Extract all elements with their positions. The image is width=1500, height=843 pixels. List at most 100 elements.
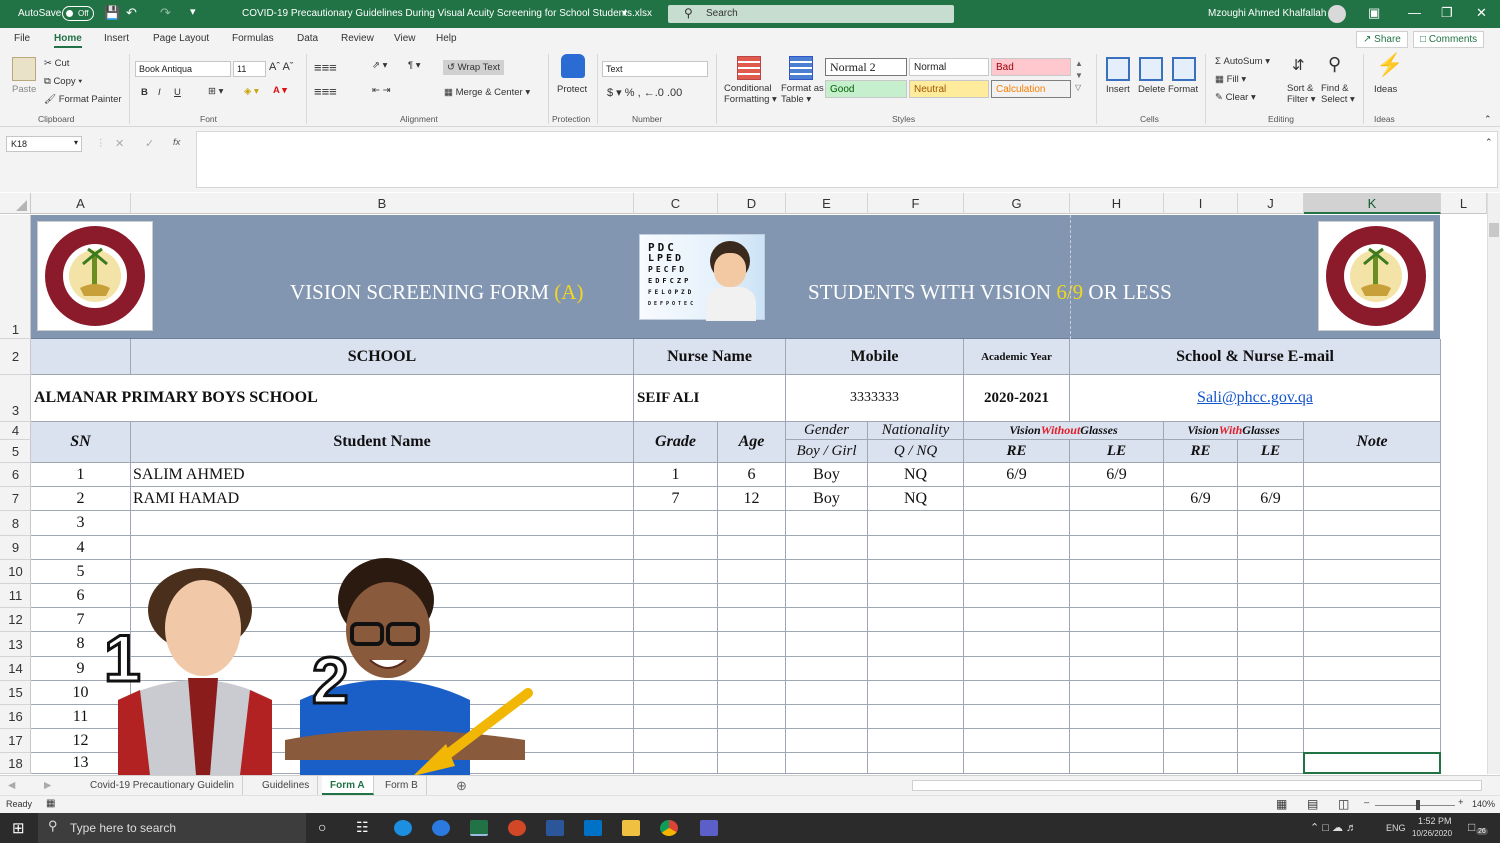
student-name-header[interactable]: Student Name xyxy=(131,422,634,463)
student-wo_re-cell[interactable] xyxy=(964,632,1070,657)
student-grade-cell[interactable] xyxy=(634,608,718,632)
student-name-cell[interactable] xyxy=(131,536,634,560)
task-view-icon[interactable]: ☷ xyxy=(356,819,369,836)
excel-icon[interactable] xyxy=(470,820,488,836)
mobile-header[interactable]: Mobile xyxy=(786,339,964,375)
email-header[interactable]: School & Nurse E-mail xyxy=(1070,339,1441,375)
student-name-cell[interactable] xyxy=(131,753,634,774)
student-note-cell[interactable] xyxy=(1304,657,1441,681)
formula-input[interactable] xyxy=(196,131,1498,188)
font-size-select[interactable]: 11 xyxy=(233,61,266,77)
student-w_le-cell[interactable] xyxy=(1238,536,1304,560)
student-wo_le-cell[interactable] xyxy=(1070,681,1164,705)
mobile-value[interactable]: 3333333 xyxy=(786,375,964,422)
number-format-select[interactable]: Text xyxy=(602,61,708,77)
student-sn-cell[interactable]: 4 xyxy=(31,536,131,560)
academic-year-header[interactable]: Academic Year xyxy=(964,339,1070,375)
column-header-k[interactable]: K xyxy=(1304,193,1441,214)
student-nat-cell[interactable] xyxy=(868,681,964,705)
student-note-cell[interactable] xyxy=(1304,560,1441,584)
student-w_re-cell[interactable] xyxy=(1164,729,1238,753)
student-grade-cell[interactable]: 7 xyxy=(634,487,718,511)
italic-button[interactable]: I xyxy=(158,87,161,98)
row-header-12[interactable]: 12 xyxy=(0,608,31,632)
style-neutral[interactable]: Neutral xyxy=(909,80,989,98)
student-w_le-cell[interactable] xyxy=(1238,608,1304,632)
zoom-out-icon[interactable]: – xyxy=(1364,797,1369,808)
cut-button[interactable]: ✂ Cut xyxy=(44,58,69,69)
column-header-j[interactable]: J xyxy=(1238,193,1304,214)
student-nat-cell[interactable] xyxy=(868,753,964,774)
clock-time[interactable]: 1:52 PM xyxy=(1418,816,1452,826)
gender-header[interactable]: Gender xyxy=(786,422,868,440)
school-header[interactable]: SCHOOL xyxy=(131,339,634,375)
student-wo_re-cell[interactable] xyxy=(964,753,1070,774)
student-wo_re-cell[interactable] xyxy=(964,608,1070,632)
student-sn-cell[interactable]: 12 xyxy=(31,729,131,753)
le-without-header[interactable]: LE xyxy=(1070,440,1164,463)
zoom-level[interactable]: 140% xyxy=(1472,799,1495,809)
student-wo_le-cell[interactable] xyxy=(1070,657,1164,681)
student-note-cell[interactable] xyxy=(1304,463,1441,487)
tab-help[interactable]: Help xyxy=(436,33,457,44)
font-name-select[interactable]: Book Antiqua xyxy=(135,61,231,77)
row-header-15[interactable]: 15 xyxy=(0,681,31,705)
format-cells-icon[interactable] xyxy=(1172,57,1196,81)
prev-sheet-icon[interactable]: ◀ xyxy=(8,780,15,791)
student-nat-cell[interactable] xyxy=(868,584,964,608)
student-wo_le-cell[interactable] xyxy=(1070,632,1164,657)
restore-icon[interactable]: ❐ xyxy=(1441,5,1453,21)
student-sn-cell[interactable]: 7 xyxy=(31,608,131,632)
student-note-cell[interactable] xyxy=(1304,632,1441,657)
text-direction-icon[interactable]: ¶ ▾ xyxy=(408,60,421,71)
tab-formulas[interactable]: Formulas xyxy=(232,33,274,44)
select-all-corner[interactable] xyxy=(0,193,31,214)
student-grade-cell[interactable]: 1 xyxy=(634,463,718,487)
student-w_le-cell[interactable] xyxy=(1238,681,1304,705)
student-wo_le-cell[interactable] xyxy=(1070,584,1164,608)
student-wo_re-cell[interactable] xyxy=(964,729,1070,753)
ie-icon[interactable] xyxy=(432,820,450,836)
macro-icon[interactable]: ▦ xyxy=(46,798,55,809)
student-note-cell[interactable] xyxy=(1304,705,1441,729)
horizontal-scrollbar[interactable] xyxy=(912,780,1482,791)
powerpoint-icon[interactable] xyxy=(508,820,526,836)
name-box[interactable]: K18 ▾ xyxy=(6,136,82,152)
student-w_le-cell[interactable] xyxy=(1238,511,1304,536)
confirm-formula-icon[interactable]: ✓ xyxy=(145,137,154,150)
tab-page-layout[interactable]: Page Layout xyxy=(153,33,209,44)
column-header-d[interactable]: D xyxy=(718,193,786,214)
email-link[interactable]: Sali@phcc.gov.qa xyxy=(1070,375,1441,422)
nurse-value[interactable]: SEIF ALI xyxy=(634,375,786,422)
tab-view[interactable]: View xyxy=(394,33,416,44)
student-wo_le-cell[interactable] xyxy=(1070,729,1164,753)
student-gender-cell[interactable] xyxy=(786,536,868,560)
student-age-cell[interactable] xyxy=(718,681,786,705)
student-grade-cell[interactable] xyxy=(634,729,718,753)
ribbon-display-icon[interactable]: ▣ xyxy=(1368,5,1380,21)
style-normal[interactable]: Normal xyxy=(909,58,989,76)
student-age-cell[interactable] xyxy=(718,584,786,608)
row-header-4[interactable]: 4 xyxy=(0,422,31,440)
user-avatar[interactable] xyxy=(1328,5,1346,23)
student-gender-cell[interactable] xyxy=(786,560,868,584)
insert-function-icon[interactable]: fx xyxy=(173,137,180,148)
tab-home[interactable]: Home xyxy=(54,33,82,48)
student-wo_re-cell[interactable] xyxy=(964,536,1070,560)
sn-header[interactable]: SN xyxy=(31,422,131,463)
student-sn-cell[interactable]: 8 xyxy=(31,632,131,657)
vertical-scrollbar[interactable] xyxy=(1487,193,1500,774)
system-tray-icons[interactable]: ⌃ □ ☁ ♬ xyxy=(1310,821,1357,834)
student-grade-cell[interactable] xyxy=(634,511,718,536)
row-header-2[interactable]: 2 xyxy=(0,339,31,375)
student-wo_re-cell[interactable] xyxy=(964,487,1070,511)
redo-icon[interactable]: ↷ xyxy=(160,5,171,21)
paste-button[interactable]: Paste xyxy=(12,84,36,95)
student-nat-cell[interactable] xyxy=(868,632,964,657)
student-note-cell[interactable] xyxy=(1304,511,1441,536)
column-header-i[interactable]: I xyxy=(1164,193,1238,214)
sheet-tab-covid-19-precautionary-guidelin[interactable]: Covid-19 Precautionary Guidelin xyxy=(82,776,243,795)
student-w_le-cell[interactable] xyxy=(1238,729,1304,753)
sort-filter-icon[interactable]: ⇵ xyxy=(1292,56,1305,74)
clock-date[interactable]: 10/26/2020 xyxy=(1412,829,1452,838)
